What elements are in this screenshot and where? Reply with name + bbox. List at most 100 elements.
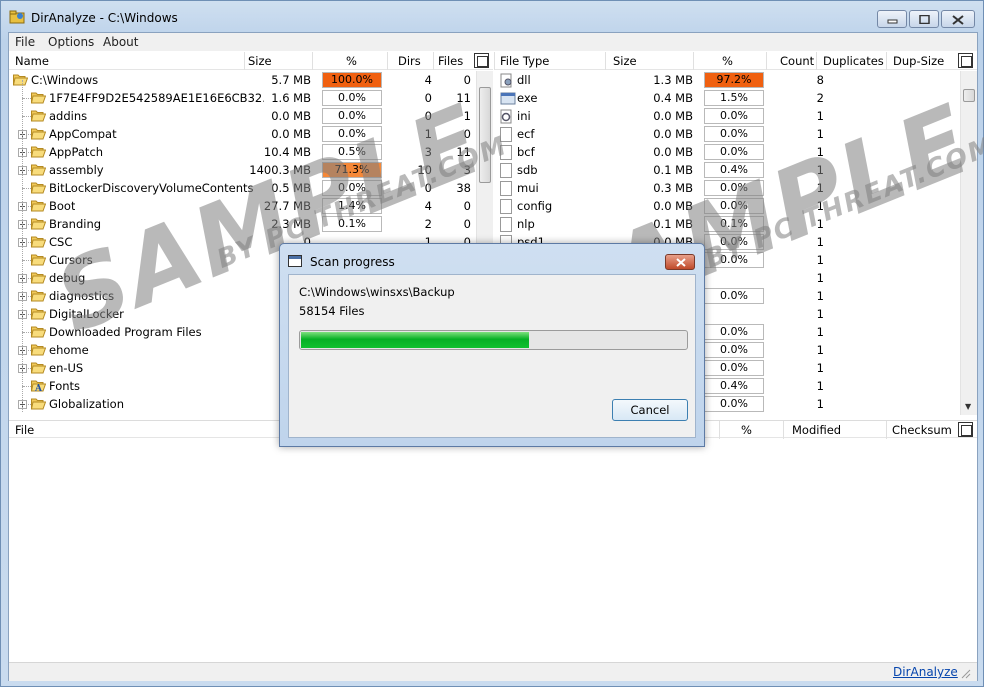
header-size[interactable]: Size <box>248 54 272 68</box>
file-icon <box>500 199 512 214</box>
filetype-percent: 0.0% <box>704 126 764 142</box>
filetype-name: bcf <box>517 145 535 159</box>
file-icon <box>500 181 512 196</box>
folder-name: 1F7E4FF9D2E542589AE1E16E6CB32... <box>49 91 264 105</box>
ini-icon <box>500 109 514 124</box>
folder-size: 0.0 MB <box>271 109 311 123</box>
header-file-type[interactable]: File Type <box>500 54 549 68</box>
scan-current-path: C:\Windows\winsxs\Backup <box>299 285 455 299</box>
folder-icon <box>13 74 28 86</box>
status-bar: DirAnalyze <box>9 662 977 681</box>
filetype-name: exe <box>517 91 538 105</box>
dialog-close-button[interactable] <box>665 254 695 270</box>
scroll-down-icon[interactable]: ▼ <box>965 402 971 411</box>
filetype-list-scrollbar[interactable]: ▼ <box>960 71 977 415</box>
minimize-icon <box>887 19 898 24</box>
header-checksum[interactable]: Checksum <box>892 423 952 437</box>
filetype-percent: 0.0% <box>704 144 764 160</box>
folder-icon <box>31 344 46 356</box>
tree-line <box>22 80 23 412</box>
dialog-title: Scan progress <box>310 255 395 269</box>
filetype-percent: 0.0% <box>704 360 764 376</box>
filetype-percent: 97.2% <box>704 72 764 88</box>
scan-progress-bar <box>299 330 688 350</box>
column-chooser-button[interactable] <box>474 53 489 68</box>
folder-icon <box>31 128 46 140</box>
exe-icon <box>500 91 516 106</box>
folder-icon <box>31 182 46 194</box>
header-files[interactable]: Files <box>438 54 463 68</box>
close-button[interactable] <box>941 10 975 28</box>
column-chooser-button[interactable] <box>958 53 973 68</box>
filetype-row[interactable]: dll 1.3 MB 97.2% 8 <box>494 71 959 89</box>
header-dirs[interactable]: Dirs <box>398 54 421 68</box>
menu-about[interactable]: About <box>103 35 138 49</box>
folder-name: Fonts <box>49 379 81 393</box>
folder-row[interactable]: C:\Windows 5.7 MB 100.0% 4 0 <box>9 71 475 89</box>
filetype-name: nlp <box>517 217 535 231</box>
menu-options[interactable]: Options <box>48 35 94 49</box>
header-duplicates[interactable]: Duplicates <box>823 54 884 68</box>
tree-line <box>23 98 31 99</box>
filetype-size: 0.0 MB <box>653 109 693 123</box>
folder-icon <box>31 290 46 302</box>
font-folder-icon: A <box>31 380 46 392</box>
scan-progress-dialog: Scan progress C:\Windows\winsxs\Backup 5… <box>279 243 705 447</box>
file-icon <box>500 217 512 232</box>
folder-percent: 0.0% <box>322 90 382 106</box>
header-dup-size[interactable]: Dup-Size <box>893 54 944 68</box>
tree-line <box>23 188 31 189</box>
app-icon <box>9 10 25 24</box>
minimize-button[interactable] <box>877 10 907 28</box>
resize-grip-icon[interactable] <box>959 667 971 679</box>
folder-icon <box>31 218 46 230</box>
filetype-size: 0.0 MB <box>653 145 693 159</box>
filetype-count: 1 <box>816 325 824 339</box>
folder-icon <box>31 146 46 158</box>
header-file-percent[interactable]: % <box>741 423 752 437</box>
filetype-size: 1.3 MB <box>653 73 693 87</box>
folder-icon <box>31 326 46 338</box>
filetype-percent: 0.0% <box>704 342 764 358</box>
tree-line <box>23 386 31 387</box>
filetype-percent: 0.0% <box>704 324 764 340</box>
folder-name: Boot <box>49 199 76 213</box>
scan-file-count: 58154 Files <box>299 304 365 318</box>
header-count[interactable]: Count <box>780 54 814 68</box>
filetype-percent: 0.0% <box>704 396 764 412</box>
filetype-percent: 1.5% <box>704 90 764 106</box>
title-bar[interactable]: DirAnalyze - C:\Windows <box>1 1 983 33</box>
folder-size: 0.0 MB <box>271 127 311 141</box>
maximize-button[interactable] <box>909 10 939 28</box>
folder-name: AppPatch <box>49 145 104 159</box>
file-list[interactable] <box>9 439 977 662</box>
header-name[interactable]: Name <box>15 54 49 68</box>
header-modified[interactable]: Modified <box>792 423 841 437</box>
folder-name: assembly <box>49 163 104 177</box>
header-file[interactable]: File <box>15 423 34 437</box>
folder-icon <box>31 362 46 374</box>
menu-bar: File Options About <box>9 33 977 51</box>
filetype-list-header: File Type Size % Count Duplicates Dup-Si… <box>494 52 977 70</box>
folder-icon <box>31 110 46 122</box>
filetype-size: 0.4 MB <box>653 91 693 105</box>
filetype-name: config <box>517 199 553 213</box>
folder-size: 5.7 MB <box>271 73 311 87</box>
diranalyze-link[interactable]: DirAnalyze <box>893 665 958 679</box>
close-icon <box>952 15 964 25</box>
menu-file[interactable]: File <box>15 35 35 49</box>
filetype-size: 0.0 MB <box>653 127 693 141</box>
tree-line <box>23 260 31 261</box>
folder-percent: 100.0% <box>322 72 382 88</box>
header-percent[interactable]: % <box>346 54 357 68</box>
filetype-count: 1 <box>816 109 824 123</box>
header-type-size[interactable]: Size <box>613 54 637 68</box>
folder-size: 1.6 MB <box>271 91 311 105</box>
filetype-count: 1 <box>816 271 824 285</box>
column-chooser-button[interactable] <box>958 422 973 437</box>
cancel-button[interactable]: Cancel <box>612 399 688 421</box>
header-type-percent[interactable]: % <box>722 54 733 68</box>
filetype-size: 0.1 MB <box>653 163 693 177</box>
filetype-count: 1 <box>816 361 824 375</box>
folder-name: C:\Windows <box>31 73 99 87</box>
